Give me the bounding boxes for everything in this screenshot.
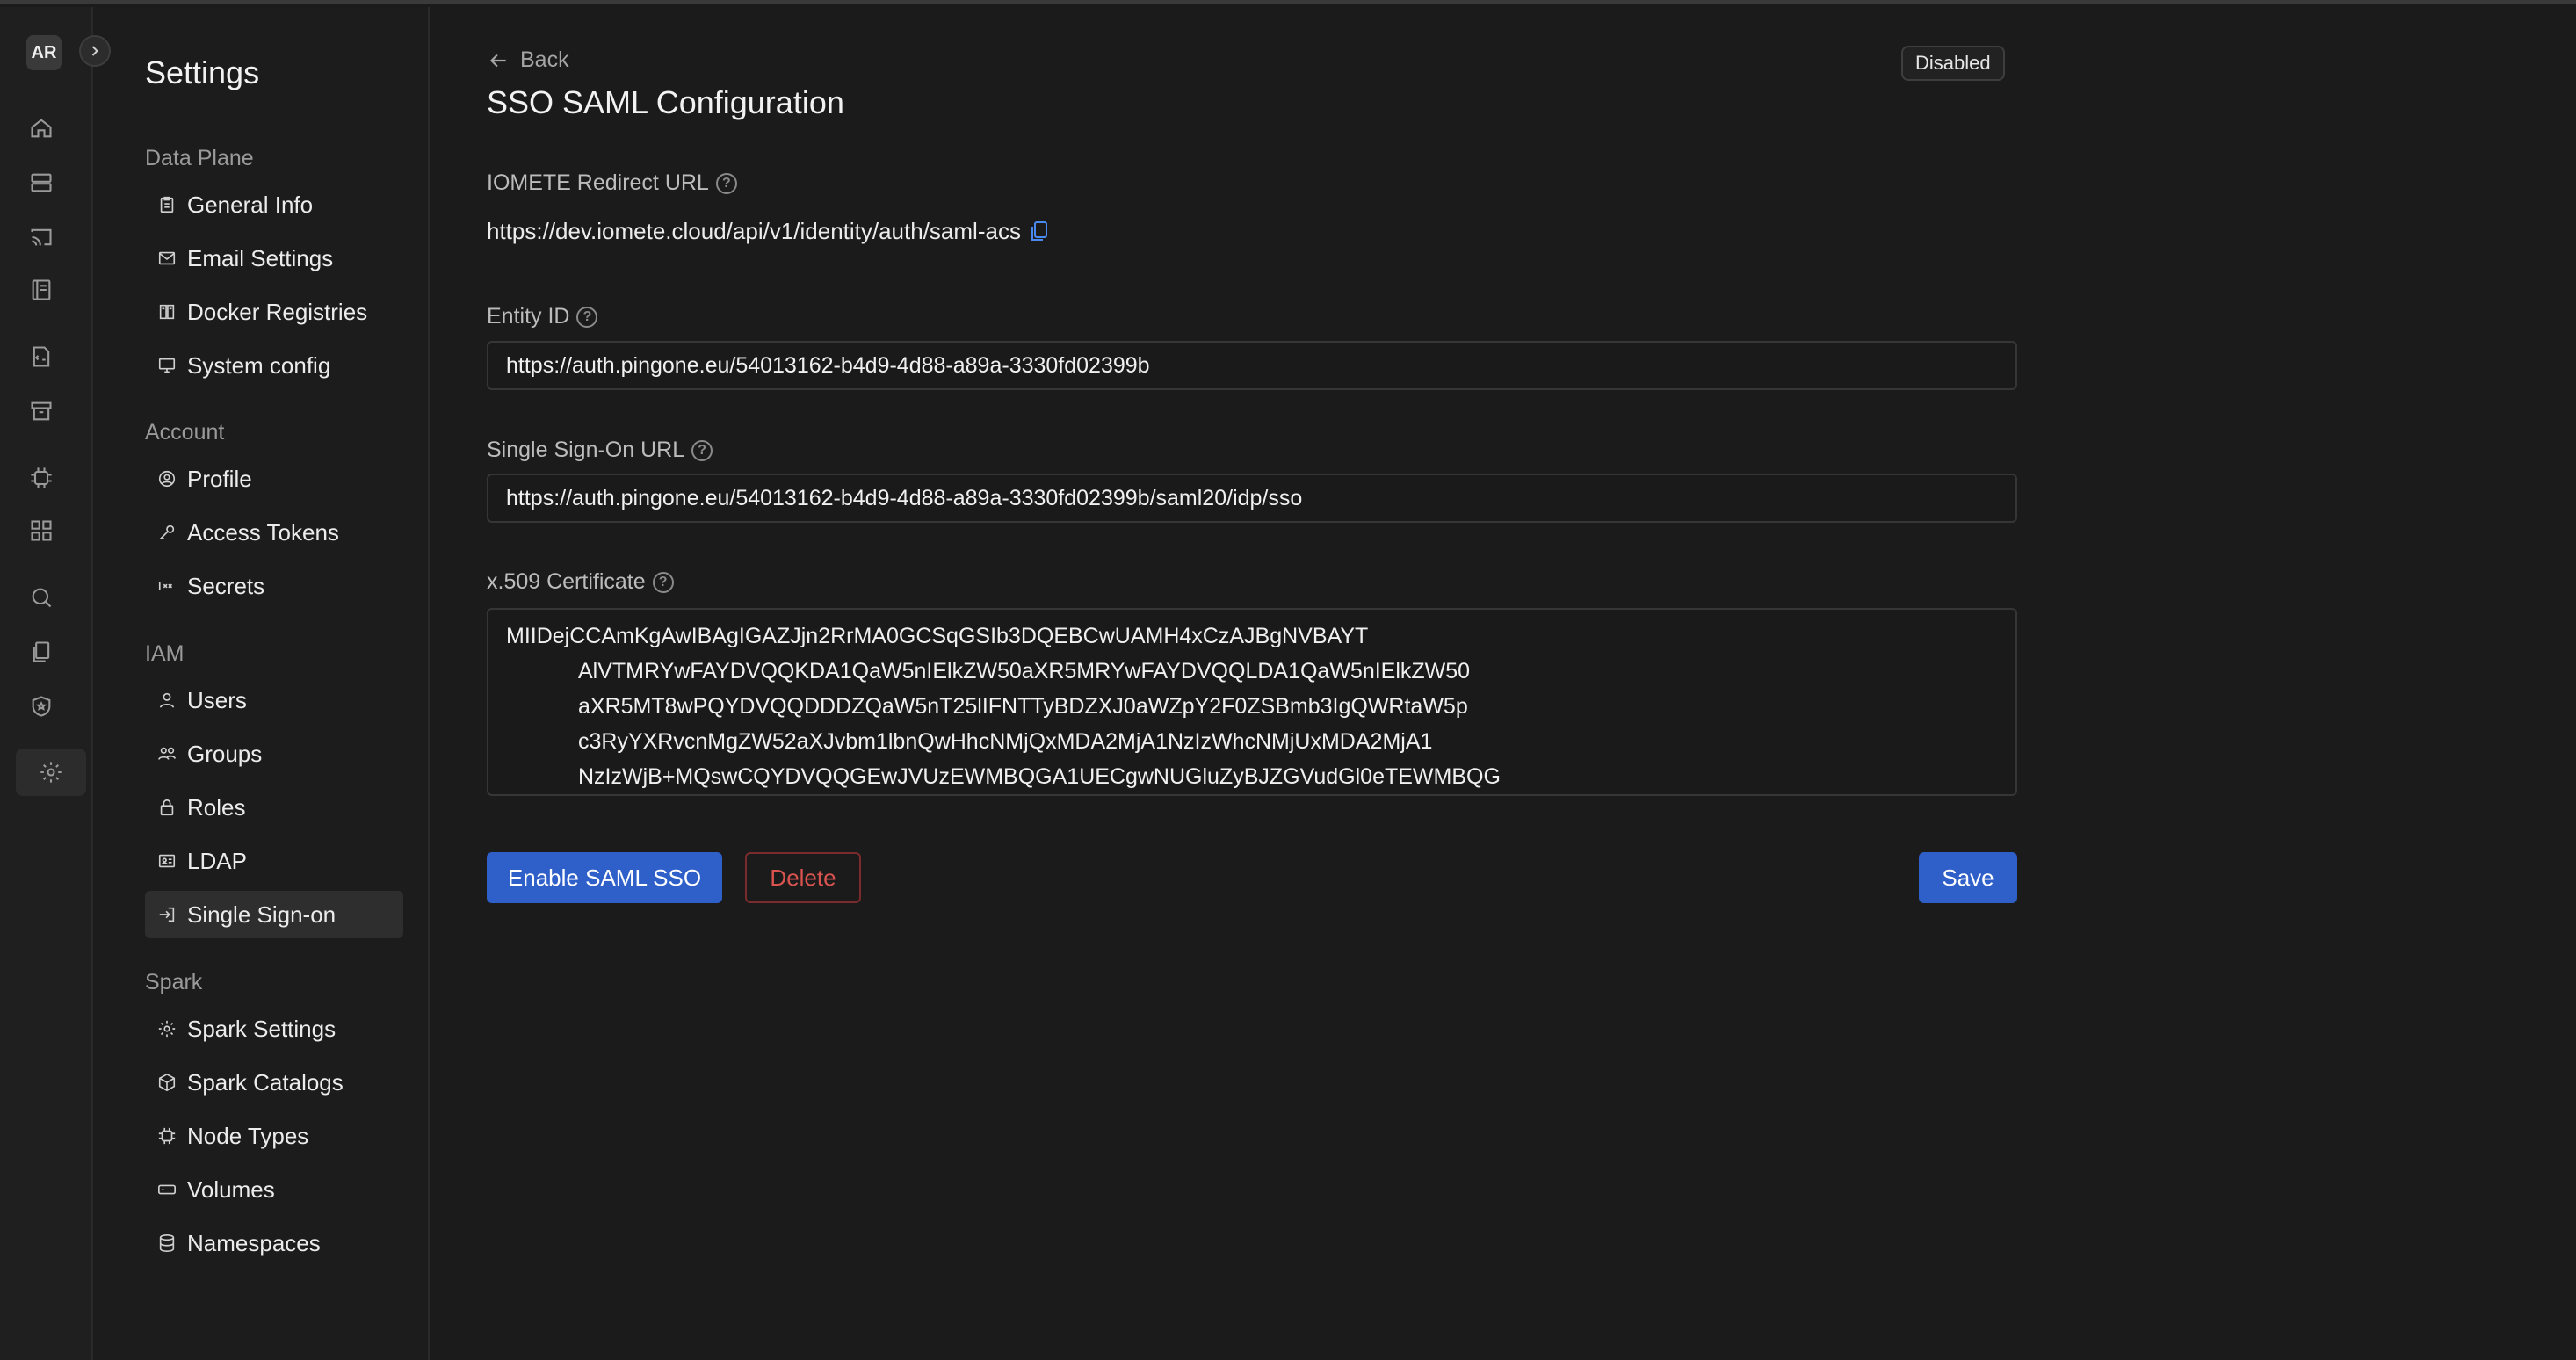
home-icon[interactable] — [24, 111, 59, 146]
sidebar-item-groups[interactable]: Groups — [145, 730, 403, 778]
certificate-label: x.509 Certificate ? — [487, 569, 674, 595]
login-icon — [159, 907, 175, 922]
settings-title: Settings — [145, 54, 260, 90]
certificate-line: NzIzWjB+MQswCQYDVQQGEwJVUzEWMBQGA1UECgwN… — [578, 764, 1501, 789]
sidebar-item-access-tokens[interactable]: Access Tokens — [145, 509, 403, 556]
archive-icon[interactable] — [24, 394, 59, 429]
key-icon — [160, 524, 175, 539]
hard-drive-icon — [158, 1184, 176, 1195]
documents-icon[interactable] — [24, 634, 59, 669]
redirect-url: https://dev.iomete.cloud/api/v1/identity… — [487, 218, 1049, 245]
search-icon[interactable] — [24, 580, 59, 615]
certificate-line: c3RyYXRvcnMgZW52aXJvbm1lbnQwHhcNMjQxMDA2… — [578, 729, 1433, 754]
monitor-icon — [158, 358, 176, 373]
sso-url-input[interactable] — [487, 474, 2017, 523]
sidebar-item-secrets[interactable]: Secrets — [145, 562, 403, 610]
sidebar-item-users[interactable]: Users — [145, 676, 403, 724]
redirect-url-label: IOMETE Redirect URL ? — [487, 170, 737, 196]
sidebar-item-system-config[interactable]: System config — [145, 342, 403, 389]
section-heading-data-plane: Data Plane — [145, 146, 254, 170]
section-heading-iam: IAM — [145, 641, 185, 666]
enable-saml-sso-button[interactable]: Enable SAML SSO — [487, 852, 722, 903]
entity-id-input[interactable] — [487, 341, 2017, 390]
page-title: SSO SAML Configuration — [487, 84, 844, 120]
shield-icon[interactable] — [24, 689, 59, 724]
sidebar-item-spark-catalogs[interactable]: Spark Catalogs — [145, 1059, 403, 1106]
help-icon[interactable]: ? — [691, 439, 713, 461]
sidebar-item-roles[interactable]: Roles — [145, 784, 403, 831]
chevron-right-icon — [91, 46, 98, 56]
sidebar-item-general-info[interactable]: General Info — [145, 181, 403, 228]
id-card-icon — [158, 854, 176, 868]
sidebar-item-ldap[interactable]: LDAP — [145, 837, 403, 885]
app-window: AR Settings Data Plane General Info Emai… — [0, 0, 2576, 1360]
clipboard-icon — [160, 196, 174, 213]
password-icon — [158, 582, 173, 590]
main-content: Back SSO SAML Configuration Disabled IOM… — [431, 7, 2576, 1360]
status-badge: Disabled — [1901, 46, 2005, 81]
sso-url-label: Single Sign-On URL ? — [487, 438, 713, 463]
help-icon[interactable]: ? — [652, 571, 674, 593]
sidebar-item-docker-registries[interactable]: Docker Registries — [145, 288, 403, 336]
cube-icon — [158, 1073, 176, 1092]
help-icon[interactable]: ? — [576, 306, 598, 328]
sidebar-item-spark-settings[interactable]: Spark Settings — [145, 1005, 403, 1053]
sidebar-item-email-settings[interactable]: Email Settings — [145, 235, 403, 282]
certificate-line: aXR5MT8wPQYDVQQDDDZQaW5nT25lIFNTTyBDZXJ0… — [578, 694, 1468, 719]
delete-button[interactable]: Delete — [745, 852, 861, 903]
apps-grid-icon[interactable] — [24, 513, 59, 548]
copy-icon[interactable] — [1030, 221, 1049, 243]
cpu-icon — [158, 1127, 176, 1145]
sql-editor-icon[interactable] — [24, 339, 59, 374]
certificate-textarea[interactable]: MIIDejCCAmKgAwIBAgIGAZJjn2RrMA0GCSqGSIb3… — [487, 608, 2017, 796]
icon-rail: AR — [0, 7, 93, 1360]
save-button[interactable]: Save — [1919, 852, 2017, 903]
lock-icon — [160, 799, 174, 816]
book-icon — [159, 304, 175, 320]
users-icon — [158, 747, 176, 760]
mail-icon — [158, 251, 176, 265]
section-heading-account: Account — [145, 420, 225, 445]
user-icon — [159, 692, 175, 708]
sidebar-item-node-types[interactable]: Node Types — [145, 1112, 403, 1160]
sidebar-item-volumes[interactable]: Volumes — [145, 1166, 403, 1213]
notebook-icon[interactable] — [24, 272, 59, 307]
sidebar-item-single-sign-on[interactable]: Single Sign-on — [145, 891, 403, 938]
settings-sidebar: Settings Data Plane General Info Email S… — [94, 7, 430, 1360]
certificate-line: MIIDejCCAmKgAwIBAgIGAZJjn2RrMA0GCSqGSIb3… — [506, 624, 1369, 648]
gear-icon — [158, 1020, 176, 1038]
section-heading-spark: Spark — [145, 970, 203, 995]
server-icon[interactable] — [24, 165, 59, 200]
database-icon — [159, 1234, 175, 1252]
user-circle-icon — [158, 470, 176, 488]
sidebar-item-profile[interactable]: Profile — [145, 455, 403, 503]
cast-icon[interactable] — [24, 220, 59, 255]
settings-gear-icon[interactable] — [16, 749, 86, 796]
certificate-line: AlVTMRYwFAYDVQQKDA1QaW5nIElkZW50aXR5MRYw… — [578, 659, 1471, 684]
avatar[interactable]: AR — [26, 35, 62, 70]
arrow-left-icon — [489, 54, 506, 67]
help-icon[interactable]: ? — [715, 172, 737, 194]
entity-id-label: Entity ID ? — [487, 304, 598, 329]
chip-icon[interactable] — [24, 460, 59, 496]
expand-sidebar-button[interactable] — [79, 35, 111, 67]
sidebar-item-namespaces[interactable]: Namespaces — [145, 1219, 403, 1267]
back-link[interactable]: Back — [487, 47, 569, 73]
